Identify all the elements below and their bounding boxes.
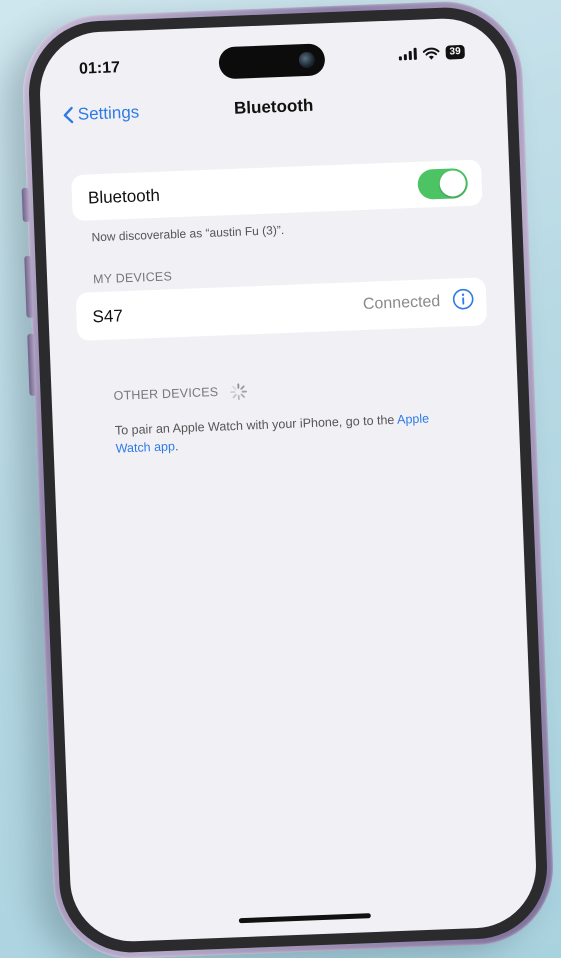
status-icons: 39 bbox=[398, 44, 465, 62]
loading-spinner-icon bbox=[230, 383, 248, 401]
battery-icon: 39 bbox=[445, 44, 465, 60]
signal-icon bbox=[398, 47, 417, 61]
device-status: Connected bbox=[362, 293, 441, 313]
other-devices-label: OTHER DEVICES bbox=[113, 384, 219, 403]
toggle-knob bbox=[439, 169, 467, 197]
nav-bar: Settings Bluetooth bbox=[40, 88, 507, 136]
page-title: Bluetooth bbox=[233, 95, 314, 118]
other-devices-header: OTHER DEVICES bbox=[113, 382, 248, 405]
discoverable-note: Now discoverable as “austin Fu (3)”. bbox=[91, 222, 285, 245]
bluetooth-card: Bluetooth bbox=[71, 159, 483, 222]
bluetooth-label: Bluetooth bbox=[87, 185, 161, 208]
wifi-icon bbox=[422, 47, 440, 60]
device-name: S47 bbox=[92, 306, 124, 327]
status-time: 01:17 bbox=[78, 59, 121, 78]
pair-text: To pair an Apple Watch with your iPhone,… bbox=[114, 412, 398, 438]
bluetooth-toggle[interactable] bbox=[417, 167, 469, 200]
device-row[interactable]: S47 Connected bbox=[75, 277, 488, 341]
screen: 01:17 39 Settings Bluetooth Bluetooth No… bbox=[37, 16, 539, 944]
pair-instructions: To pair an Apple Watch with your iPhone,… bbox=[115, 409, 456, 458]
scene: 01:17 39 Settings Bluetooth Bluetooth No… bbox=[0, 0, 561, 958]
phone: 01:17 39 Settings Bluetooth Bluetooth No… bbox=[20, 0, 556, 958]
my-devices-header: MY DEVICES bbox=[92, 269, 173, 287]
camera-icon bbox=[298, 51, 316, 69]
home-indicator[interactable] bbox=[238, 913, 371, 924]
info-icon[interactable] bbox=[452, 288, 475, 311]
pair-text-end: . bbox=[174, 439, 179, 454]
action-button bbox=[21, 187, 30, 222]
dynamic-island bbox=[218, 43, 326, 80]
